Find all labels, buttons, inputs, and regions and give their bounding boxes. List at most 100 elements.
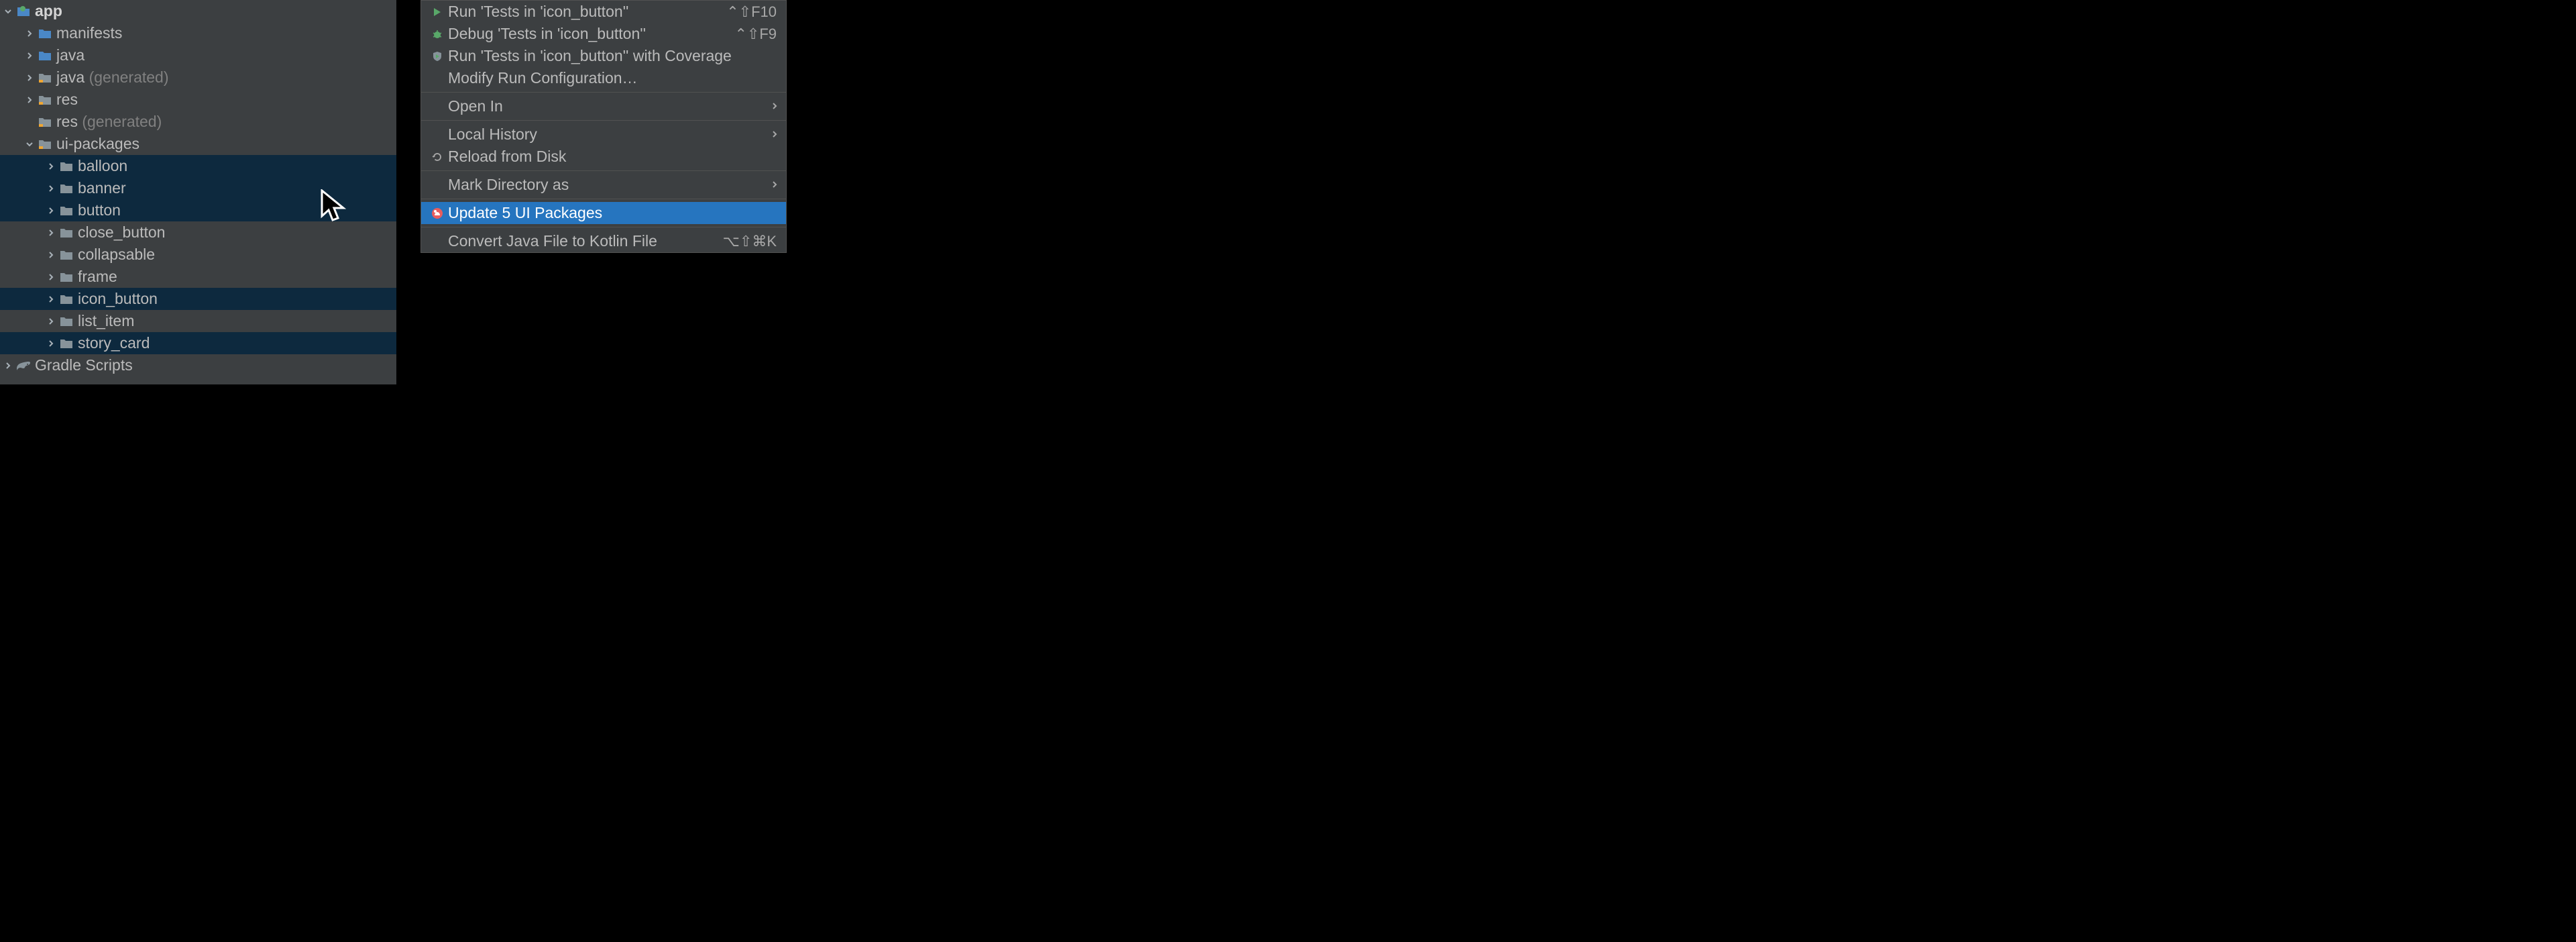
reload-icon [428, 152, 447, 162]
menu-label: Run 'Tests in 'icon_button'' with Covera… [447, 47, 777, 65]
tree-node-ui-packages[interactable]: ui-packages [0, 133, 396, 155]
bug-icon [428, 29, 447, 40]
chevron-right-icon [771, 127, 778, 142]
tree-node-manifests[interactable]: manifests [0, 22, 396, 44]
tree-label: button [78, 201, 121, 219]
menu-label: Open In [447, 97, 777, 115]
tree-node-package[interactable]: collapsable [0, 244, 396, 266]
module-folder-icon [15, 6, 32, 17]
tree-node-package[interactable]: frame [0, 266, 396, 288]
gradle-icon [15, 360, 32, 371]
tree-label: icon_button [78, 290, 158, 308]
project-tree-panel: app manifests java java (generated) [0, 0, 396, 384]
menu-run-coverage[interactable]: Run 'Tests in 'icon_button'' with Covera… [421, 45, 786, 67]
generated-folder-icon [36, 72, 54, 83]
menu-open-in[interactable]: Open In [421, 95, 786, 117]
menu-update-ui-packages[interactable]: Update 5 UI Packages [421, 202, 786, 224]
tree-node-package[interactable]: list_item [0, 310, 396, 332]
chevron-right-icon [44, 317, 58, 325]
menu-label: Convert Java File to Kotlin File [447, 232, 723, 250]
resource-folder-icon [36, 117, 54, 127]
tree-label: collapsable [78, 246, 155, 264]
chevron-right-icon [44, 295, 58, 303]
tree-label: banner [78, 179, 126, 197]
menu-separator [421, 120, 786, 121]
tree-label: ui-packages [56, 135, 139, 153]
chevron-down-icon [23, 140, 36, 148]
chevron-right-icon [44, 339, 58, 348]
chevron-right-icon [23, 74, 36, 82]
menu-separator [421, 92, 786, 93]
folder-icon [58, 227, 75, 238]
tree-node-package[interactable]: icon_button [0, 288, 396, 310]
menu-label: Run 'Tests in 'icon_button'' [447, 3, 726, 21]
chevron-right-icon [44, 273, 58, 281]
tree-node-res[interactable]: res [0, 89, 396, 111]
tree-node-java-generated[interactable]: java (generated) [0, 66, 396, 89]
run-icon [428, 7, 447, 17]
chevron-down-icon [1, 7, 15, 15]
tree-node-res-generated[interactable]: res (generated) [0, 111, 396, 133]
menu-label: Modify Run Configuration… [447, 69, 777, 87]
menu-label: Local History [447, 125, 777, 144]
menu-separator [421, 170, 786, 171]
relay-icon [428, 207, 447, 219]
menu-convert-to-kotlin[interactable]: Convert Java File to Kotlin File ⌥⇧⌘K [421, 230, 786, 252]
tree-label: close_button [78, 223, 165, 242]
chevron-right-icon [771, 99, 778, 113]
tree-node-java[interactable]: java [0, 44, 396, 66]
tree-node-app[interactable]: app [0, 0, 396, 22]
tree-label: Gradle Scripts [35, 356, 133, 374]
menu-reload-from-disk[interactable]: Reload from Disk [421, 146, 786, 168]
chevron-right-icon [23, 52, 36, 60]
tree-node-package[interactable]: close_button [0, 221, 396, 244]
tree-label: java [56, 46, 85, 64]
tree-label: res (generated) [56, 113, 162, 131]
resource-folder-icon [36, 95, 54, 105]
tree-node-package[interactable]: button [0, 199, 396, 221]
tree-label: manifests [56, 24, 122, 42]
menu-run-tests[interactable]: Run 'Tests in 'icon_button'' ⌃⇧F10 [421, 1, 786, 23]
tree-node-gradle[interactable]: Gradle Scripts [0, 354, 396, 376]
menu-shortcut: ⌃⇧F10 [726, 3, 777, 21]
folder-icon [58, 250, 75, 260]
folder-icon [58, 183, 75, 194]
tree-label: story_card [78, 334, 150, 352]
menu-mark-directory-as[interactable]: Mark Directory as [421, 174, 786, 196]
tree-label: frame [78, 268, 117, 286]
menu-modify-run-config[interactable]: Modify Run Configuration… [421, 67, 786, 89]
resource-folder-icon [36, 139, 54, 150]
tree-label: res [56, 91, 78, 109]
menu-label: Debug 'Tests in 'icon_button'' [447, 25, 734, 43]
chevron-right-icon [44, 185, 58, 193]
menu-label: Reload from Disk [447, 148, 777, 166]
chevron-right-icon [1, 362, 15, 370]
menu-label: Update 5 UI Packages [447, 204, 777, 222]
chevron-right-icon [44, 251, 58, 259]
menu-shortcut: ⌃⇧F9 [734, 25, 777, 43]
chevron-right-icon [44, 229, 58, 237]
chevron-right-icon [44, 207, 58, 215]
tree-label: app [35, 2, 62, 20]
chevron-right-icon [23, 30, 36, 38]
menu-label: Mark Directory as [447, 176, 777, 194]
folder-icon [58, 272, 75, 282]
context-menu: Run 'Tests in 'icon_button'' ⌃⇧F10 Debug… [421, 0, 787, 253]
tree-node-package[interactable]: story_card [0, 332, 396, 354]
chevron-right-icon [44, 162, 58, 170]
folder-icon [58, 338, 75, 349]
chevron-right-icon [771, 178, 778, 192]
chevron-right-icon [23, 96, 36, 104]
folder-icon [36, 28, 54, 39]
menu-debug-tests[interactable]: Debug 'Tests in 'icon_button'' ⌃⇧F9 [421, 23, 786, 45]
tree-label: list_item [78, 312, 134, 330]
tree-node-package[interactable]: banner [0, 177, 396, 199]
folder-icon [58, 161, 75, 172]
menu-shortcut: ⌥⇧⌘K [723, 233, 777, 250]
tree-label: java (generated) [56, 68, 169, 87]
folder-icon [58, 294, 75, 305]
tree-node-package[interactable]: balloon [0, 155, 396, 177]
tree-label: balloon [78, 157, 127, 175]
menu-local-history[interactable]: Local History [421, 123, 786, 146]
folder-icon [36, 50, 54, 61]
